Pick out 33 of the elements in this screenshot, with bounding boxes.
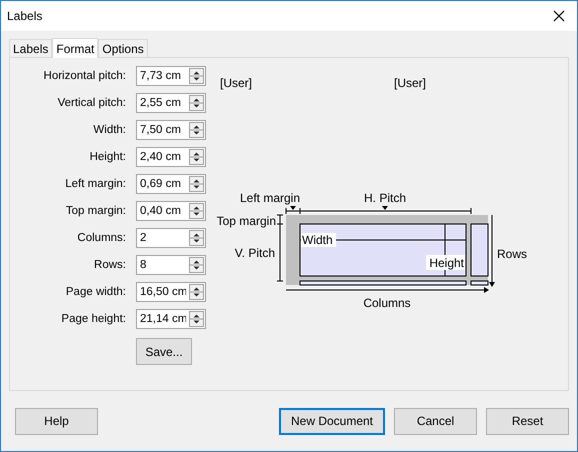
close-icon[interactable] — [553, 10, 565, 22]
dialog-button[interactable]: Help — [15, 408, 98, 434]
user-label: [User] — [220, 76, 254, 90]
spin-arrows-icon[interactable] — [189, 311, 204, 327]
tab[interactable]: Options — [98, 39, 148, 57]
spin-arrows-icon[interactable] — [189, 149, 204, 165]
field-label: Horizontal pitch: — [42, 70, 126, 82]
field-label: Left margin: — [64, 178, 126, 190]
tab[interactable]: Labels — [9, 39, 52, 57]
spin-arrows-icon[interactable] — [189, 257, 204, 273]
spin-arrows-icon[interactable] — [189, 176, 204, 192]
dialog-button[interactable]: New Document — [279, 408, 385, 434]
dialog-button[interactable]: Cancel — [394, 408, 477, 434]
window-title: Labels — [7, 9, 42, 23]
field-label: Page width: — [64, 286, 126, 298]
tab[interactable]: Format — [52, 38, 98, 58]
field-label: Rows: — [93, 259, 126, 271]
field-label: Top margin: — [64, 205, 126, 217]
field-label: Columns: — [76, 232, 126, 244]
spin-arrows-icon[interactable] — [189, 203, 204, 219]
save-button[interactable]: Save... — [136, 338, 192, 365]
spin-arrows-icon[interactable] — [189, 284, 204, 300]
spin-arrows-icon[interactable] — [189, 122, 204, 138]
user-label: [User] — [394, 76, 428, 90]
dialog-button[interactable]: Reset — [486, 408, 569, 434]
field-label: Width: — [92, 124, 126, 136]
spin-arrows-icon[interactable] — [189, 95, 204, 111]
field-label: Vertical pitch: — [56, 97, 126, 109]
field-label: Height: — [88, 151, 126, 163]
spin-arrows-icon[interactable] — [189, 68, 204, 84]
spin-arrows-icon[interactable] — [189, 230, 204, 246]
field-label: Page height: — [60, 313, 126, 325]
label-layout-drawing: Left margin H. Pitch Top margin V. Pitch Width Height Rows Columns — [203, 179, 568, 319]
